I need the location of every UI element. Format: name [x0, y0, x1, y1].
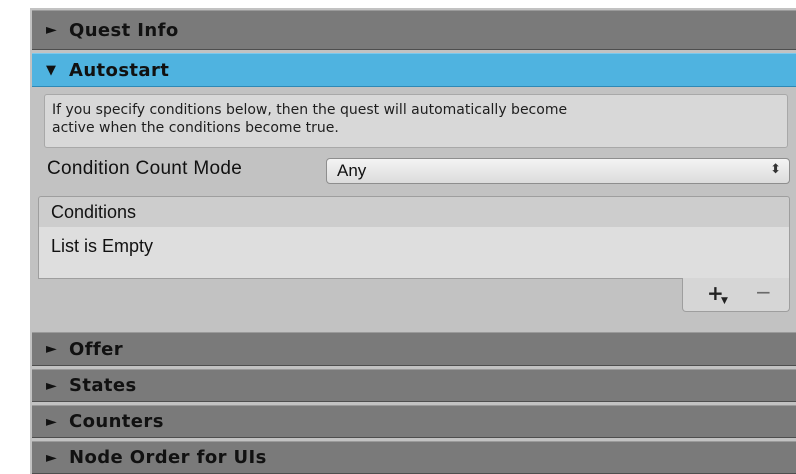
foldout-states[interactable]: ► States [32, 369, 796, 402]
conditions-header-label: Conditions [51, 201, 137, 222]
collapsed-arrow-icon: ► [46, 341, 58, 357]
foldout-quest-info[interactable]: ► Quest Info [32, 10, 796, 50]
foldout-counters[interactable]: ► Counters [32, 405, 796, 438]
foldout-label: Counters [69, 411, 164, 432]
remove-condition-button[interactable]: − [755, 280, 772, 304]
foldout-label: Quest Info [69, 19, 179, 41]
collapsed-arrow-icon: ► [46, 377, 58, 394]
conditions-list-body: List is Empty [38, 227, 790, 279]
conditions-list-header: Conditions [38, 196, 790, 228]
foldout-label: Node Order for UIs [69, 447, 267, 468]
collapsed-arrow-icon: ► [46, 413, 58, 430]
condition-count-mode-label: Condition Count Mode [47, 158, 243, 179]
help-text-line: If you specify conditions below, then th… [52, 102, 568, 118]
foldout-label: States [69, 375, 137, 396]
dropdown-updown-icon: ⬍ [770, 161, 781, 176]
conditions-list-footer: + ▼ − [682, 278, 790, 312]
collapsed-arrow-icon: ► [46, 22, 58, 38]
foldout-autostart[interactable]: ▼ Autostart [32, 53, 796, 87]
dropdown-value: Any [337, 161, 367, 180]
collapsed-arrow-icon: ► [46, 449, 58, 466]
add-dropdown-caret-icon: ▼ [721, 296, 728, 306]
condition-count-mode-dropdown[interactable]: Any ⬍ [326, 158, 790, 184]
autostart-help-box: If you specify conditions below, then th… [44, 94, 788, 148]
expanded-arrow-icon: ▼ [46, 62, 57, 78]
conditions-empty-text: List is Empty [51, 236, 154, 256]
foldout-node-order-for-uis[interactable]: ► Node Order for UIs [32, 441, 796, 474]
foldout-label: Autostart [69, 59, 170, 81]
foldout-offer[interactable]: ► Offer [32, 332, 796, 366]
foldout-label: Offer [69, 338, 124, 360]
help-text-line: active when the conditions become true. [52, 120, 339, 136]
quest-editor-panel: ► Quest Info ▼ Autostart If you specify … [30, 8, 796, 474]
